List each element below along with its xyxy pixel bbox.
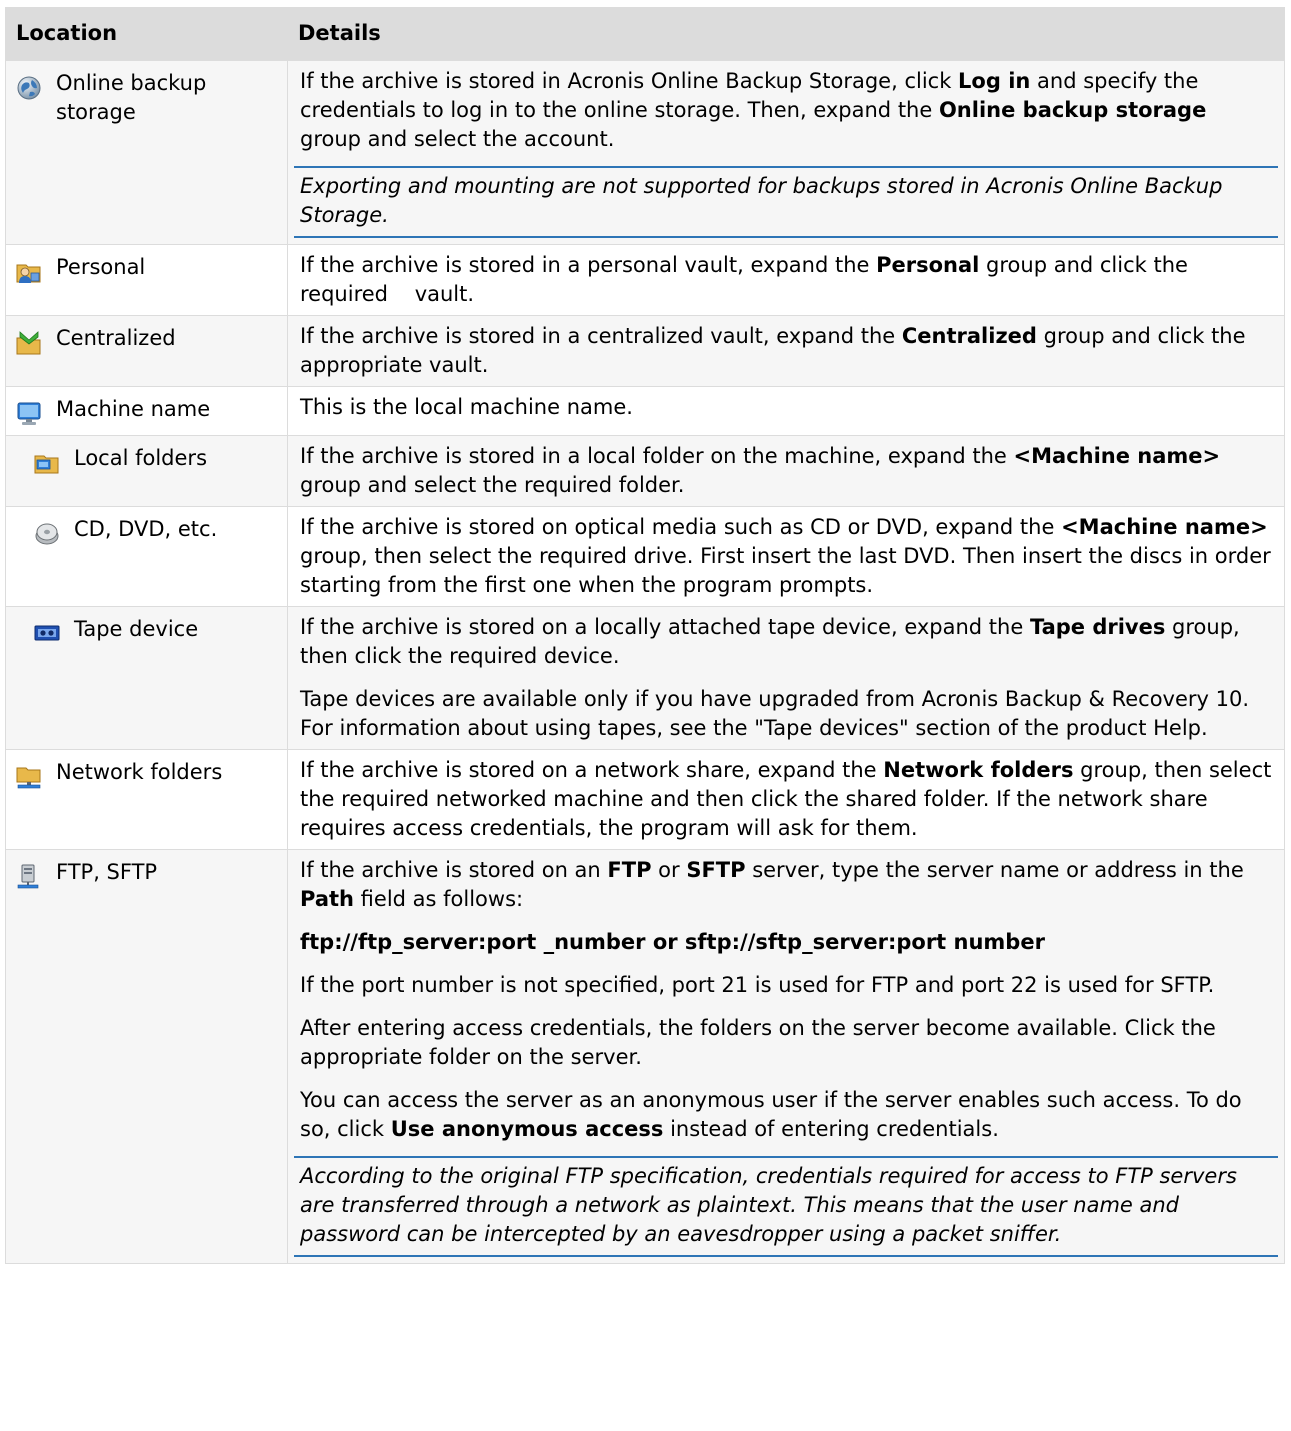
details-paragraph: If the archive is stored in a local fold… bbox=[300, 444, 1221, 497]
location-name: Local folders bbox=[74, 446, 208, 470]
location-cell: Machine name bbox=[5, 386, 288, 436]
location-cell: CD, DVD, etc. bbox=[5, 506, 288, 607]
location-cell: Tape device bbox=[5, 606, 288, 750]
location-name: Tape device bbox=[74, 617, 199, 641]
details-paragraph: After entering access credentials, the f… bbox=[300, 1016, 1216, 1069]
note-box: Exporting and mounting are not supported… bbox=[294, 166, 1278, 238]
location-name: Machine name bbox=[56, 397, 211, 421]
table-row: Centralized If the archive is stored in … bbox=[5, 315, 1285, 387]
details-cell: If the archive is stored on optical medi… bbox=[287, 506, 1285, 607]
details-paragraph: If the archive is stored in a centralize… bbox=[300, 324, 1246, 377]
details-cell: If the archive is stored in Acronis Onli… bbox=[287, 60, 1285, 245]
ftp-server-icon bbox=[17, 864, 39, 889]
tape-device-icon bbox=[34, 625, 60, 641]
details-paragraph: You can access the server as an anonymou… bbox=[300, 1088, 1242, 1141]
local-folder-icon bbox=[34, 455, 59, 474]
location-name: CD, DVD, etc. bbox=[74, 517, 218, 541]
location-name: FTP, SFTP bbox=[56, 860, 158, 884]
location-cell: Network folders bbox=[5, 749, 288, 850]
location-cell: FTP, SFTP bbox=[5, 849, 288, 1264]
table-row: Online backup storage If the archive is … bbox=[5, 60, 1285, 245]
details-paragraph: This is the local machine name. bbox=[300, 395, 633, 419]
table-row: Machine name This is the local machine n… bbox=[5, 386, 1285, 436]
location-name: Network folders bbox=[56, 760, 223, 784]
details-paragraph: Tape devices are available only if you h… bbox=[300, 687, 1250, 740]
location-name: Personal bbox=[56, 255, 146, 279]
details-paragraph: If the archive is stored on a locally at… bbox=[300, 615, 1240, 668]
details-cell: This is the local machine name. bbox=[287, 386, 1285, 436]
table-row: FTP, SFTP If the archive is stored on an… bbox=[5, 849, 1285, 1264]
details-cell: If the archive is stored on an FTP or SF… bbox=[287, 849, 1285, 1264]
table-header-row: Location Details bbox=[5, 7, 1285, 61]
location-name: Centralized bbox=[56, 326, 176, 350]
table-row: CD, DVD, etc. If the archive is stored o… bbox=[5, 506, 1285, 607]
location-cell: Local folders bbox=[5, 435, 288, 507]
table-row: Local folders If the archive is stored i… bbox=[5, 435, 1285, 507]
details-paragraph: If the archive is stored in a personal v… bbox=[300, 253, 1195, 306]
monitor-icon bbox=[17, 402, 41, 425]
details-paragraph: If the archive is stored on an FTP or SF… bbox=[300, 858, 1244, 911]
location-column-header: Location bbox=[5, 7, 288, 61]
note-box: According to the original FTP specificat… bbox=[294, 1156, 1278, 1257]
details-cell: If the archive is stored on a network sh… bbox=[287, 749, 1285, 850]
details-cell: If the archive is stored in a personal v… bbox=[287, 244, 1285, 316]
details-paragraph: If the archive is stored on optical medi… bbox=[300, 515, 1271, 597]
personal-vault-icon bbox=[16, 264, 41, 283]
table-row: Personal If the archive is stored in a p… bbox=[5, 244, 1285, 316]
locations-table: Location Details Online backup storage I… bbox=[5, 7, 1285, 1264]
network-folder-icon bbox=[16, 767, 41, 789]
centralized-vault-icon bbox=[16, 331, 41, 355]
location-cell: Personal bbox=[5, 244, 288, 316]
ftp-path-format: ftp://ftp_server:port _number or sftp://… bbox=[300, 930, 1045, 954]
details-column-header: Details bbox=[287, 7, 1285, 61]
details-cell: If the archive is stored in a centralize… bbox=[287, 315, 1285, 387]
details-paragraph: If the port number is not specified, por… bbox=[300, 973, 1215, 997]
globe-icon bbox=[17, 76, 41, 100]
location-cell: Online backup storage bbox=[5, 60, 288, 245]
details-cell: If the archive is stored in a local fold… bbox=[287, 435, 1285, 507]
details-paragraph: If the archive is stored on a network sh… bbox=[300, 758, 1272, 840]
location-name: Online backup storage bbox=[56, 71, 207, 124]
table-row: Network folders If the archive is stored… bbox=[5, 749, 1285, 850]
optical-disc-icon bbox=[35, 523, 59, 545]
details-paragraph: If the archive is stored in Acronis Onli… bbox=[300, 69, 1207, 151]
location-cell: Centralized bbox=[5, 315, 288, 387]
table-row: Tape device If the archive is stored on … bbox=[5, 606, 1285, 750]
details-cell: If the archive is stored on a locally at… bbox=[287, 606, 1285, 750]
